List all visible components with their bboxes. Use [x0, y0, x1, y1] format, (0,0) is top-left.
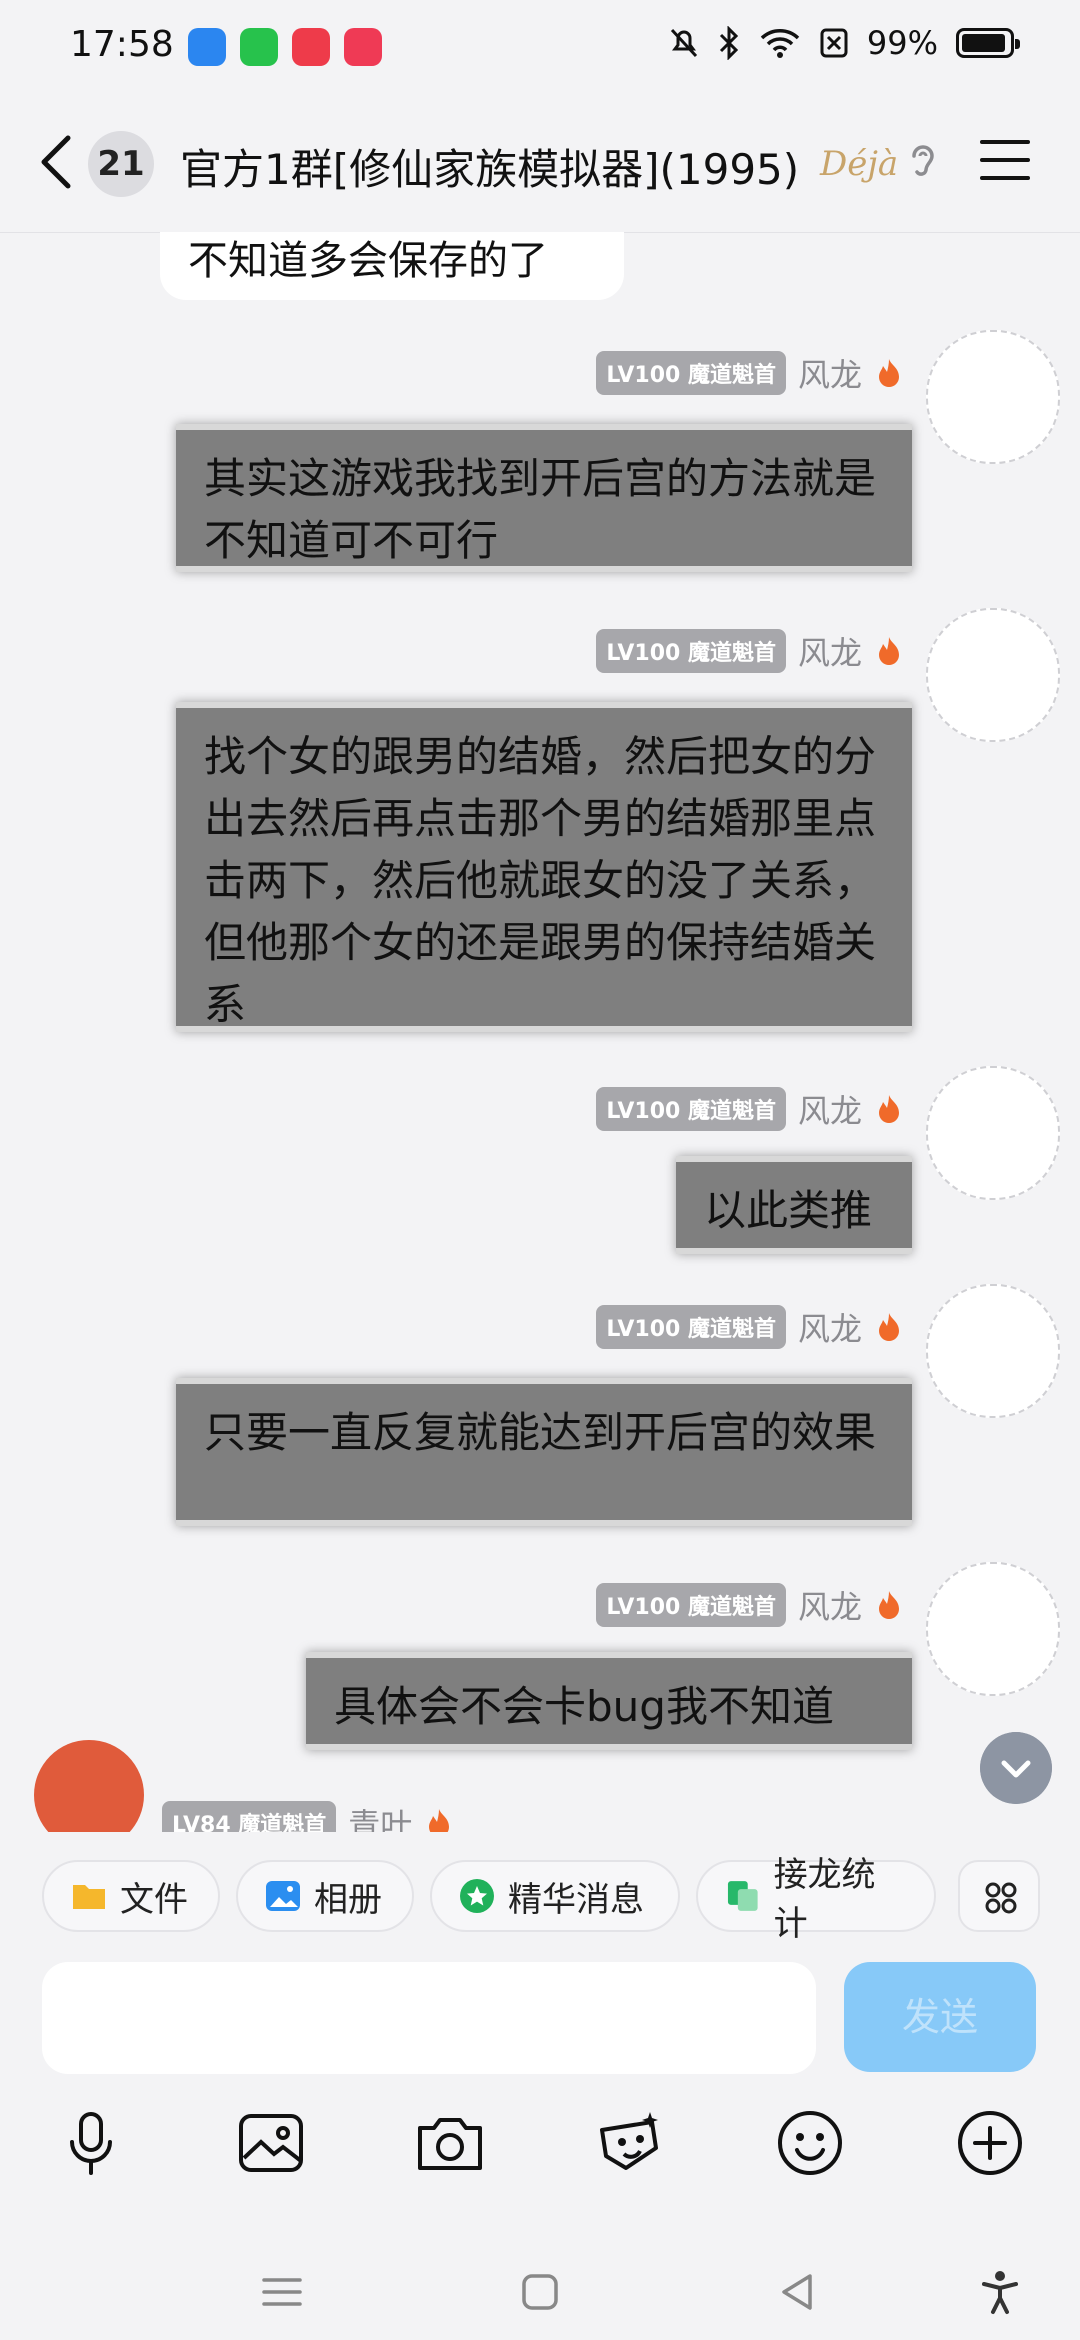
message-meta: LV100 魔道魁首 风龙 — [596, 350, 904, 396]
folder-icon — [73, 1885, 105, 1909]
flame-icon — [879, 1313, 899, 1341]
relay-button[interactable]: 接龙统计 — [696, 1855, 936, 1944]
essence-label: 精华消息 — [508, 1879, 644, 1920]
sender-avatar[interactable] — [926, 1066, 1060, 1200]
flame-icon — [429, 1809, 450, 1832]
app-notification-icon — [188, 28, 226, 66]
flame-icon — [879, 1591, 899, 1619]
flame-icon — [879, 359, 899, 387]
level-badge: LV100 魔道魁首 — [596, 1583, 786, 1627]
status-indicators: 99% — [669, 24, 1020, 62]
status-bar: 17:58 99% — [0, 0, 1080, 96]
message-text: 其实这游戏我找到开后宫的方法就是不知道可不可行 — [204, 454, 877, 565]
level-badge: LV100 魔道魁首 — [596, 629, 786, 673]
sticker-icon[interactable] — [594, 2108, 664, 2178]
photo-icon[interactable] — [236, 2108, 306, 2178]
message-list[interactable]: 不知道多会保存的了 LV100 魔道魁首 风龙 其实这游戏我找到开后宫的方法就是… — [0, 232, 1080, 1832]
status-time: 17:58 — [70, 24, 174, 65]
back-arrow-icon[interactable] — [34, 132, 84, 192]
message-bubble[interactable]: 以此类推 — [676, 1156, 912, 1254]
app-notification-icon — [240, 28, 278, 66]
sender-avatar[interactable] — [926, 608, 1060, 742]
relay-label: 接龙统计 — [773, 1855, 876, 1944]
album-label: 相册 — [314, 1879, 382, 1920]
level-badge: LV100 魔道魁首 — [596, 1305, 786, 1349]
peer-avatar[interactable] — [34, 1740, 144, 1832]
sender-avatar[interactable] — [926, 1562, 1060, 1696]
chat-header: 21 官方1群[修仙家族模拟器](1995) Déjà — [0, 96, 1080, 233]
battery-icon — [956, 28, 1020, 58]
mute-icon — [670, 28, 697, 58]
ear-mode-icon[interactable] — [906, 140, 940, 184]
menu-icon[interactable] — [980, 140, 1030, 184]
relay-icon — [727, 1881, 758, 1911]
level-badge: LV84 魔道魁首 — [162, 1801, 337, 1832]
group-title[interactable]: 官方1群[修仙家族模拟器](1995) — [180, 136, 799, 197]
sender-name[interactable]: 风龙 — [798, 1086, 862, 1132]
file-button[interactable]: 文件 — [42, 1860, 220, 1932]
camera-icon[interactable] — [415, 2108, 485, 2178]
status-app-icons — [188, 28, 382, 66]
video-app-icon — [344, 28, 382, 66]
level-badge: LV100 魔道魁首 — [596, 1087, 786, 1131]
sender-name[interactable]: 风龙 — [798, 350, 862, 396]
plus-icon[interactable] — [955, 2108, 1025, 2178]
message-bubble[interactable]: 找个女的跟男的结婚，然后把女的分出去然后再点击那个男的结婚那里点击两下，然后他就… — [176, 702, 912, 1032]
recent-apps-icon[interactable] — [258, 2268, 306, 2316]
peer-meta: LV84 魔道魁首 青叶 — [162, 1800, 454, 1832]
sender-name[interactable]: 青叶 — [348, 1800, 412, 1832]
quick-actions-bar: 文件 相册 精华消息 接龙统计 — [0, 1832, 1080, 1950]
flame-icon — [879, 1095, 899, 1123]
message-meta: LV100 魔道魁首 风龙 — [596, 1582, 904, 1628]
scroll-down-icon[interactable] — [980, 1732, 1052, 1804]
microphone-icon[interactable] — [56, 2108, 126, 2178]
album-button[interactable]: 相册 — [236, 1860, 414, 1932]
message-text: 具体会不会卡bug我不知道 — [334, 1682, 834, 1731]
more-apps-button[interactable] — [958, 1860, 1040, 1932]
message-meta: LV100 魔道魁首 风龙 — [596, 1086, 904, 1132]
no-sim-icon — [820, 28, 848, 58]
message-meta: LV100 魔道魁首 风龙 — [596, 1304, 904, 1350]
sender-avatar[interactable] — [926, 1284, 1060, 1418]
battery-percent: 99% — [866, 24, 938, 62]
emoji-icon[interactable] — [775, 2108, 845, 2178]
send-button[interactable]: 发送 — [844, 1962, 1036, 2072]
essence-button[interactable]: 精华消息 — [430, 1860, 680, 1932]
message-text: 只要一直反复就能达到开后宫的效果 — [204, 1408, 877, 1457]
sender-name[interactable]: 风龙 — [798, 1582, 862, 1628]
sender-avatar[interactable] — [926, 330, 1060, 464]
message-bubble[interactable]: 不知道多会保存的了 — [160, 232, 624, 300]
bluetooth-icon — [719, 26, 738, 60]
sender-name[interactable]: 风龙 — [798, 1304, 862, 1350]
group-decoration: Déjà — [820, 144, 899, 184]
message-input[interactable] — [42, 1962, 816, 2074]
file-label: 文件 — [120, 1879, 188, 1920]
wifi-icon — [760, 29, 800, 58]
message-bubble[interactable]: 具体会不会卡bug我不知道 — [306, 1652, 912, 1750]
music-app-icon — [292, 28, 330, 66]
sender-name[interactable]: 风龙 — [798, 628, 862, 674]
message-bubble[interactable]: 其实这游戏我找到开后宫的方法就是不知道可不可行 — [176, 424, 912, 572]
level-badge: LV100 魔道魁首 — [596, 351, 786, 395]
message-text: 找个女的跟男的结婚，然后把女的分出去然后再点击那个男的结婚那里点击两下，然后他就… — [204, 732, 877, 1029]
input-tools — [0, 2100, 1080, 2190]
home-icon[interactable] — [516, 2268, 564, 2316]
accessibility-icon[interactable] — [976, 2268, 1024, 2316]
system-nav-bar — [0, 2240, 1080, 2340]
star-icon — [460, 1879, 494, 1913]
image-icon — [266, 1881, 300, 1911]
unread-count-badge[interactable]: 21 — [88, 131, 154, 197]
message-text: 以此类推 — [704, 1186, 873, 1235]
grid-icon — [985, 1882, 1017, 1914]
back-icon[interactable] — [774, 2268, 822, 2316]
message-text: 不知道多会保存的了 — [188, 238, 548, 284]
flame-icon — [879, 637, 899, 665]
message-bubble[interactable]: 只要一直反复就能达到开后宫的效果 — [176, 1378, 912, 1526]
message-meta: LV100 魔道魁首 风龙 — [596, 628, 904, 674]
